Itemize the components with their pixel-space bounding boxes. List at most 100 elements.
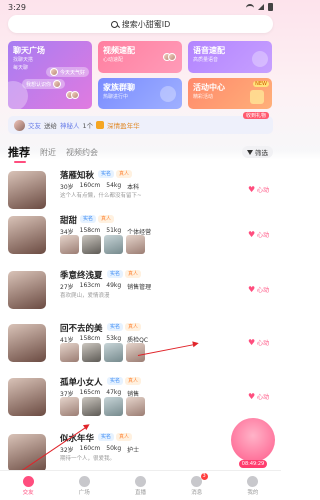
floating-promo-button[interactable]: 08:49:29 [231, 418, 275, 468]
bottom-nav: 交友 广场 直播 消息 3 我的 [0, 470, 281, 500]
real-person-badge: 真人 [98, 215, 115, 223]
nav-label: 消息 [191, 489, 203, 496]
user-photo[interactable] [82, 397, 101, 416]
meta-item: 27岁 [60, 284, 74, 291]
user-meta: 27岁 163cm 49kg 销售管理 [60, 282, 151, 291]
user-card[interactable]: 孤单小女人 实名 真人 37岁 165cm 47kg 销售 ♥ 心动 [0, 372, 281, 428]
avatar-group [163, 53, 176, 61]
filter-button[interactable]: 筛选 [242, 146, 273, 158]
nav-messages[interactable]: 消息 3 [169, 471, 225, 500]
photo-strip [60, 397, 145, 416]
real-person-badge: 真人 [116, 433, 133, 441]
user-photo[interactable] [82, 235, 101, 254]
voice-match-card[interactable]: 语音速配 高质量语音 [188, 41, 272, 73]
compass-icon [78, 475, 90, 487]
real-person-badge: 真人 [116, 170, 133, 178]
user-name: 季意终浅夏 [60, 271, 103, 281]
tab-bar: 推荐 附近 视频约会 筛选 [8, 144, 273, 163]
avatar[interactable] [8, 324, 46, 362]
nav-live[interactable]: 直播 [112, 471, 168, 500]
user-photo[interactable] [60, 343, 79, 362]
user-photo[interactable] [126, 343, 145, 362]
tab-nearby[interactable]: 附近 [40, 147, 56, 158]
user-bio: 这个人有点懒，什么都没有留下~ [60, 193, 142, 199]
avatar[interactable] [8, 216, 46, 254]
meta-item: 54kg [106, 182, 122, 189]
avatar [50, 68, 58, 76]
user-meta: 30岁 160cm 54kg 本科 [60, 182, 139, 191]
like-label: 心动 [256, 394, 269, 401]
user-photo[interactable] [60, 235, 79, 254]
meta-item: 163cm [79, 282, 101, 289]
like-label: 心动 [256, 187, 269, 194]
search-icon [110, 20, 118, 28]
meta-item: 160cm [79, 445, 101, 452]
user-photo[interactable] [104, 235, 123, 254]
group-icon [160, 86, 176, 102]
verify-badges: 实名 真人 [98, 170, 133, 178]
avatar [168, 53, 176, 61]
gift-notice-bar[interactable]: 交友 送给 神秘人 1个 深情盈年华 收到礼物 [8, 112, 273, 134]
avatar[interactable] [8, 171, 46, 209]
like-button[interactable]: ♥心动 [248, 392, 269, 402]
microphone-icon [252, 51, 268, 67]
promo-timer: 08:49:29 [238, 460, 268, 468]
like-button[interactable]: ♥心动 [248, 338, 269, 348]
realname-badge: 实名 [80, 215, 97, 223]
avatar [71, 91, 79, 99]
status-time: 3:29 [8, 2, 26, 12]
new-badge: NEW [253, 81, 269, 87]
notice-target: 神秘人 [60, 122, 80, 130]
user-photo[interactable] [60, 397, 79, 416]
verify-badges: 实名 真人 [80, 215, 115, 223]
user-card[interactable]: 回不去的美 实名 真人 41岁 158cm 53kg 质检QC ♥ 心动 [0, 318, 281, 374]
signal-icon [258, 4, 264, 10]
nav-dating[interactable]: 交友 [0, 471, 56, 500]
user-photo[interactable] [82, 343, 101, 362]
notice-action: 送给 [44, 122, 57, 130]
user-card[interactable]: 甜甜 实名 真人 34岁 158cm 51kg 个体经营 ♥ 心动 [0, 210, 281, 266]
user-photo[interactable] [126, 397, 145, 416]
photo-strip [60, 235, 145, 254]
notice-gift-name: 深情盈年华 [107, 122, 140, 130]
user-name: 孤单小女人 [60, 378, 103, 388]
video-match-card[interactable]: 视频速配 心动速配 [98, 41, 182, 73]
user-photo[interactable] [104, 343, 123, 362]
user-name: 回不去的美 [60, 324, 103, 334]
nav-square[interactable]: 广场 [56, 471, 112, 500]
photo-strip [60, 343, 145, 362]
like-button[interactable]: ♥心动 [248, 230, 269, 240]
profile-icon [247, 475, 259, 487]
realname-badge: 实名 [98, 170, 115, 178]
user-card[interactable]: 季意终浅夏 实名 真人 27岁 163cm 49kg 销售管理 喜欢爬山，爱情浪漫 ♥ 心动 [0, 265, 281, 321]
status-icons [246, 3, 273, 11]
like-button[interactable]: ♥心动 [248, 185, 269, 195]
avatar[interactable] [8, 271, 46, 309]
tab-recommend[interactable]: 推荐 [8, 144, 30, 163]
avatar[interactable] [8, 378, 46, 416]
notice-user: 交友 [28, 122, 41, 130]
nav-profile[interactable]: 我的 [225, 471, 281, 500]
meta-item: 160cm [79, 182, 101, 189]
search-bar[interactable]: 搜索小甜蜜ID [8, 15, 273, 33]
user-photo[interactable] [126, 235, 145, 254]
meta-item: 30岁 [60, 184, 74, 191]
activity-center-card[interactable]: 活动中心 精彩活动 NEW [188, 78, 272, 109]
wifi-icon [246, 4, 254, 10]
gift-icon [250, 90, 264, 104]
filter-label: 筛选 [255, 149, 268, 157]
gift-icon [96, 121, 105, 129]
user-photo[interactable] [104, 397, 123, 416]
family-group-card[interactable]: 家族群聊 热聊进行中 [98, 78, 182, 109]
realname-badge: 实名 [98, 433, 115, 441]
chat-square-sub1: 找聊天搭 [13, 57, 34, 63]
like-label: 心动 [256, 287, 269, 294]
nav-label: 我的 [247, 489, 259, 496]
chat-bubble-text: 今天天气好 [60, 69, 86, 76]
tab-video-date[interactable]: 视频约会 [66, 147, 98, 158]
search-placeholder: 搜索小甜蜜ID [121, 19, 171, 29]
nav-label: 广场 [78, 489, 90, 496]
user-meta: 32岁 160cm 50kg 护士 [60, 445, 139, 454]
chat-square-card[interactable]: 聊天广场 找聊天搭 每天聊 今天天气好 我想认识你 [8, 41, 92, 109]
like-button[interactable]: ♥心动 [248, 285, 269, 295]
